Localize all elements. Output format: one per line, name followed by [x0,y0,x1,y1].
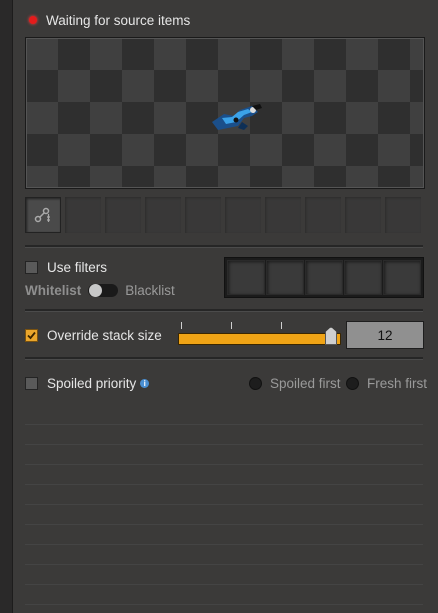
spoiled-priority-checkbox[interactable] [25,377,38,390]
status-row: Waiting for source items [29,10,190,30]
divider [25,245,423,248]
entity-preview [25,37,425,189]
filter-mode-row: Whitelist Blacklist [25,283,175,298]
checkmark-icon [27,331,36,340]
empty-slot [65,197,101,233]
fresh-first-label: Fresh first [367,376,428,391]
stack-size-input[interactable]: 12 [346,321,424,349]
blacklist-label: Blacklist [125,283,175,298]
use-filters-label: Use filters [47,260,108,275]
divider [25,309,423,312]
slider-tick [231,322,232,329]
override-stack-label: Override stack size [47,328,162,343]
filter-slots [224,257,424,298]
spoiled-priority-row: Spoiled priority i [25,376,150,391]
empty-slot [225,197,261,233]
spoiled-first-radio[interactable] [249,377,262,390]
info-icon[interactable]: i [140,379,150,388]
fresh-first-option[interactable]: Fresh first [346,376,427,391]
inserter-panel: Waiting for source items Use filters Whi… [12,0,438,613]
filter-mode-switch[interactable] [88,284,119,297]
empty-slot [265,197,301,233]
slider-tick [281,322,282,329]
circuit-connection-icon [34,207,50,223]
empty-slot [305,197,341,233]
empty-slot [385,197,421,233]
filter-slot[interactable] [227,260,265,295]
circuit-slots [25,197,421,233]
spoiled-first-label: Spoiled first [270,376,341,391]
override-stack-row: Override stack size [25,328,162,343]
empty-slot [145,197,181,233]
robot-arm-icon [212,104,262,130]
fresh-first-radio[interactable] [346,377,359,390]
status-red-dot-icon [29,16,37,24]
spoiled-first-option[interactable]: Spoiled first [249,376,341,391]
whitelist-label: Whitelist [25,283,82,298]
filter-slot[interactable] [383,260,421,295]
circuit-network-button[interactable] [25,197,61,233]
filter-slot[interactable] [266,260,304,295]
slider-tick [181,322,182,329]
filter-slot[interactable] [305,260,343,295]
empty-slot [345,197,381,233]
empty-list-area [25,405,423,605]
stack-size-slider-thumb[interactable] [325,327,337,345]
use-filters-checkbox[interactable] [25,261,38,274]
empty-slot [105,197,141,233]
use-filters-row: Use filters [25,260,107,275]
divider [25,357,423,360]
spoiled-priority-label: Spoiled priority [47,376,137,391]
filter-slot[interactable] [344,260,382,295]
empty-slot [185,197,221,233]
status-text: Waiting for source items [46,12,191,28]
override-stack-checkbox[interactable] [25,329,38,342]
stack-size-slider[interactable] [178,333,341,345]
